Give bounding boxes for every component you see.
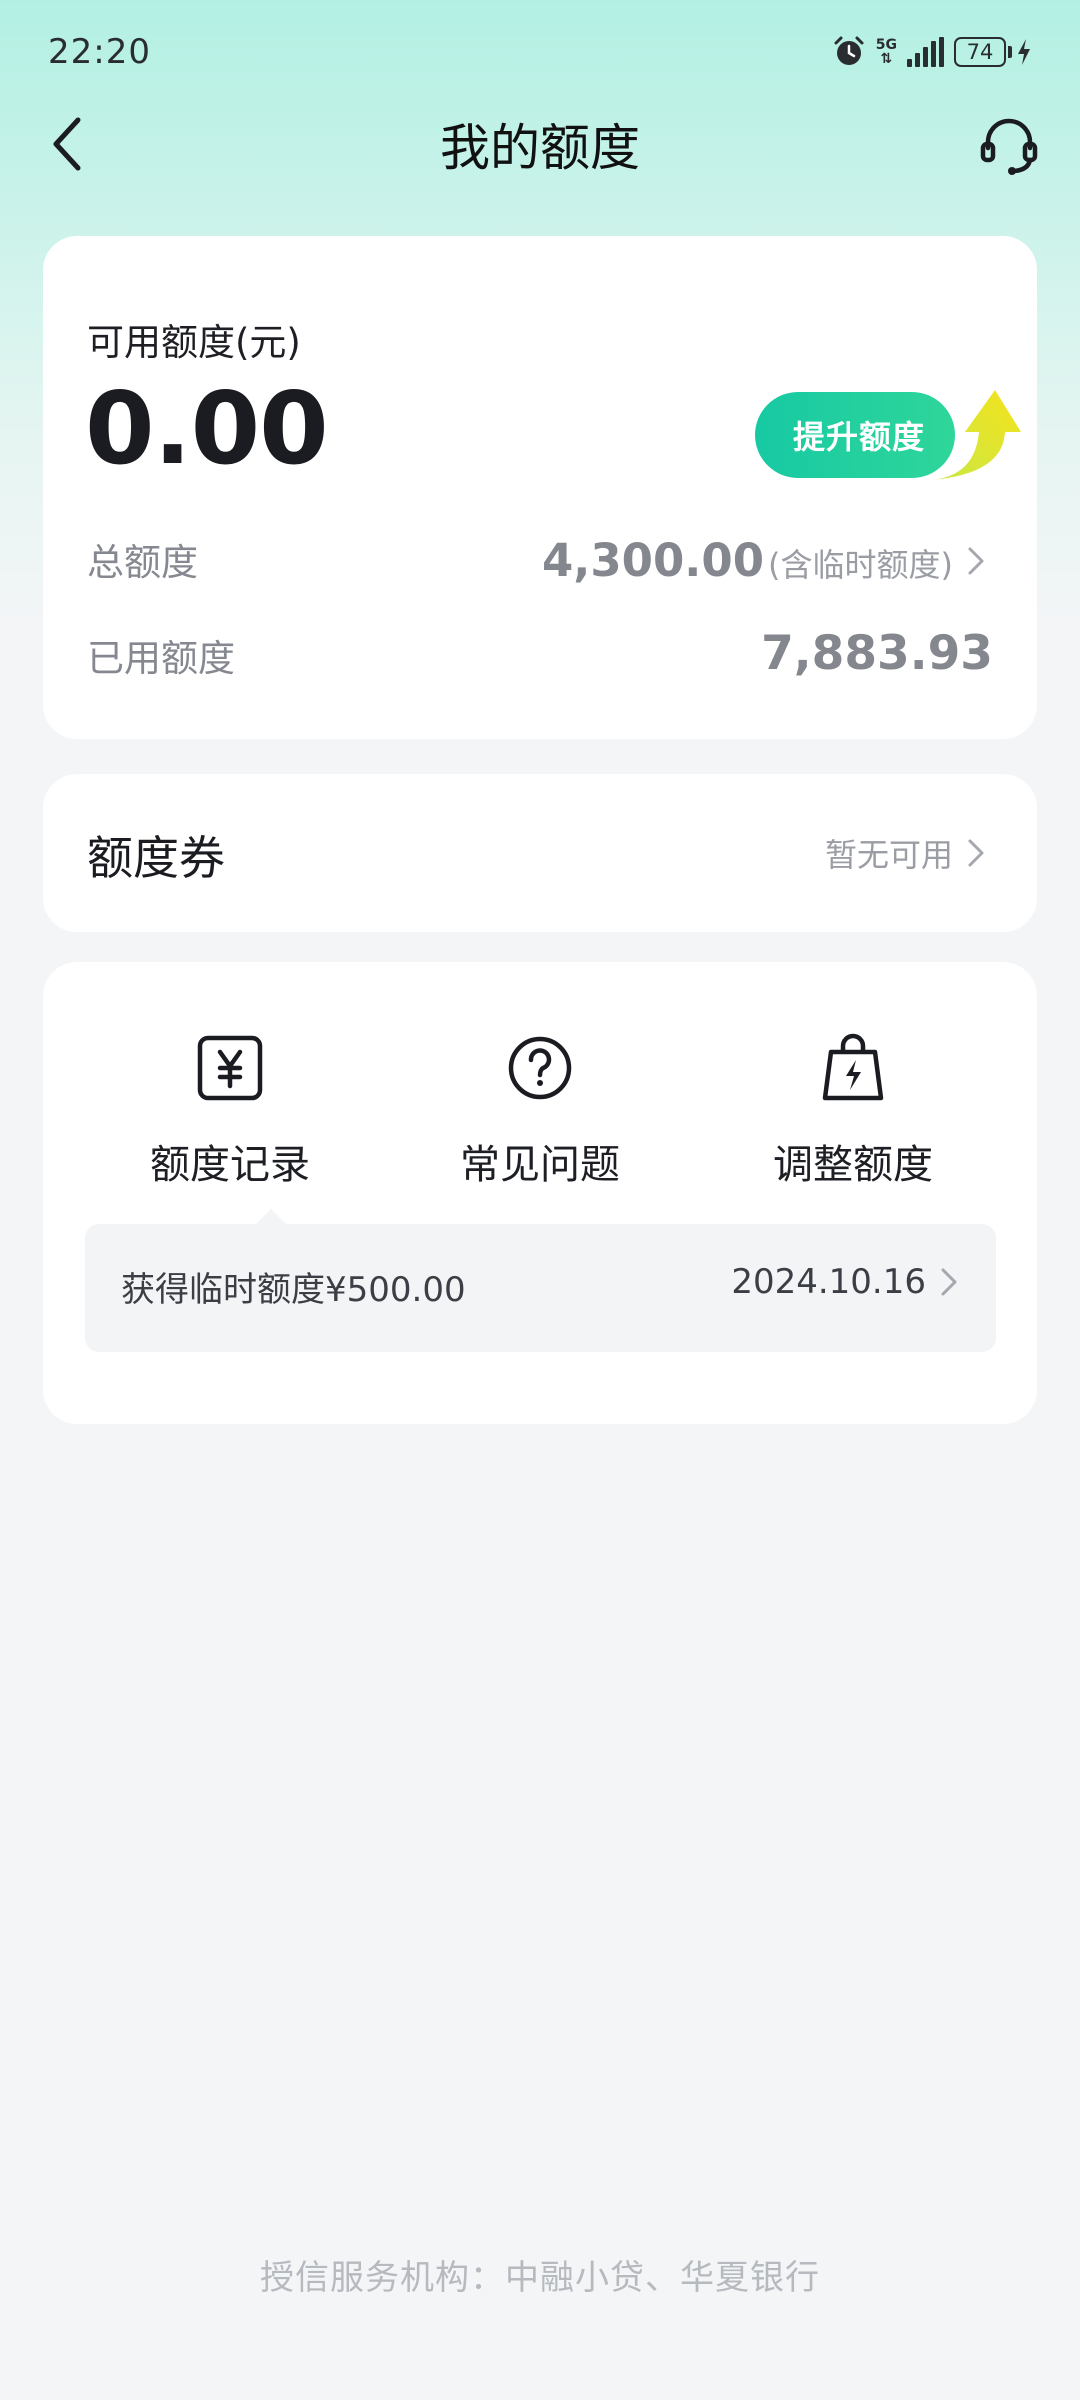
faq-button[interactable]: 常见问题 (410, 1032, 670, 1190)
quota-coupon-status: 暂无可用 (824, 836, 953, 874)
used-quota-label: 已用额度 (87, 637, 235, 680)
page-title: 我的额度 (440, 119, 640, 177)
quota-record-label: 额度记录 (150, 1142, 310, 1188)
actions-card: 额度记录 常见问题 调整额度 获得临时额度¥500.00 2024.10.16 (43, 962, 1037, 1424)
alarm-icon (834, 36, 864, 65)
quota-coupon-card[interactable]: 额度券 暂无可用 (43, 774, 1037, 932)
record-description: 获得临时额度¥500.00 (121, 1270, 466, 1310)
adjust-quota-label: 调整额度 (773, 1142, 933, 1188)
status-icons: 5G ⇅ 74 (832, 35, 1032, 69)
yuan-receipt-icon (197, 1035, 263, 1101)
total-quota-amount: 4,300.00 (541, 534, 765, 587)
headset-icon (980, 118, 1038, 175)
footer-institutions: 授信服务机构：中融小贷、华夏银行 (260, 2258, 820, 2298)
available-quota-amount: 0.00 (85, 370, 329, 487)
battery-icon: 74 (954, 37, 1032, 67)
up-arrow-icon (931, 390, 1021, 480)
record-pointer (255, 1209, 287, 1225)
available-quota-label: 可用额度(元) (87, 321, 301, 364)
record-date-row: 2024.10.16 (731, 1262, 960, 1302)
total-quota-label: 总额度 (87, 541, 198, 584)
record-date: 2024.10.16 (731, 1262, 926, 1302)
raise-quota-label: 提升额度 (793, 418, 926, 456)
latest-record-item[interactable]: 获得临时额度¥500.00 2024.10.16 (85, 1209, 996, 1352)
quota-record-button[interactable]: 额度记录 (100, 1032, 360, 1190)
used-quota-amount: 7,883.93 (761, 626, 993, 681)
signal-icon (907, 37, 944, 67)
quota-card: 可用额度(元) 0.00 提升额度 总额度 4,300.00 (含临时额度) 已… (43, 236, 1037, 739)
back-button[interactable] (38, 114, 98, 174)
chevron-right-icon (968, 547, 984, 574)
status-time: 22:20 (48, 32, 151, 72)
chevron-left-icon (53, 117, 81, 171)
customer-service-button[interactable] (976, 112, 1042, 178)
network-label: 5G (875, 37, 897, 53)
chevron-right-icon (941, 1268, 957, 1296)
data-arrows-icon: ⇅ (880, 51, 893, 67)
chevron-right-icon (968, 839, 984, 867)
bag-bolt-icon (822, 1033, 884, 1101)
quota-coupon-title: 额度券 (87, 831, 225, 885)
total-quota-note: (含临时额度) (768, 546, 953, 584)
battery-level: 74 (954, 37, 1006, 67)
charging-icon (1018, 39, 1030, 65)
adjust-quota-button[interactable]: 调整额度 (723, 1032, 983, 1190)
nav-bar: 我的额度 (0, 104, 1080, 184)
question-circle-icon (508, 1036, 572, 1100)
total-quota-link[interactable]: 4,300.00 (含临时额度) (542, 534, 987, 587)
network-type: 5G ⇅ (876, 38, 897, 66)
status-bar: 22:20 5G ⇅ 74 (0, 0, 1080, 104)
quota-coupon-status-row: 暂无可用 (825, 830, 987, 876)
faq-label: 常见问题 (460, 1142, 620, 1188)
